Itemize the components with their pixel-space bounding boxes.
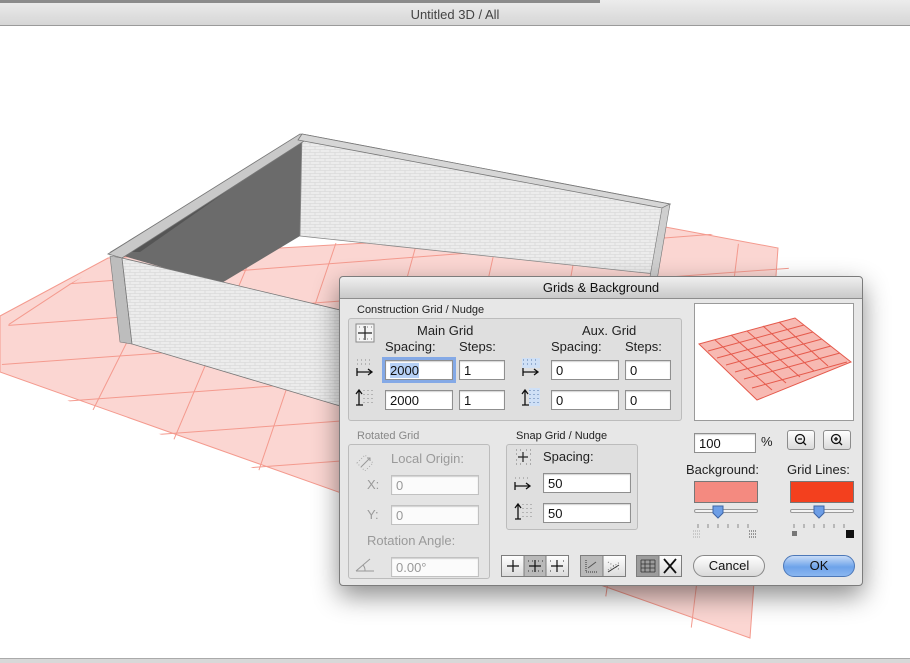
window-title: Untitled 3D / All <box>410 7 500 22</box>
main-grid-label: Main Grid <box>417 323 474 338</box>
origin-x-field[interactable]: 0 <box>391 475 479 495</box>
local-origin-label: Local Origin: <box>391 451 464 466</box>
rotation-angle-label: Rotation Angle: <box>367 533 456 548</box>
grids-background-dialog: Grids & Background Construction Grid / N… <box>339 276 863 586</box>
aux-y-spacing-field[interactable]: 0 <box>551 390 619 410</box>
top-menu-strip <box>0 0 600 3</box>
aux-y-steps-field[interactable]: 0 <box>625 390 671 410</box>
dark-pattern-icon <box>748 529 758 539</box>
aux-steps-label: Steps: <box>625 339 662 354</box>
snap-horizontal-arrow-icon <box>513 473 533 493</box>
rotated-grid-label: Rotated Grid <box>357 430 420 442</box>
grid-lines-label: Grid Lines: <box>787 462 850 477</box>
main-y-steps-field[interactable]: 1 <box>459 390 505 410</box>
grid-icon <box>355 323 375 343</box>
background-slider-ticks <box>694 517 758 528</box>
construction-grid-group: Main Grid Spacing: Steps: Aux. Grid Spac… <box>348 318 682 421</box>
dialog-title: Grids & Background <box>340 277 862 299</box>
grid-lines-color-swatch[interactable] <box>790 481 854 503</box>
grid-preview <box>694 303 854 421</box>
aux-grid-label: Aux. Grid <box>582 323 637 338</box>
snap-grid-icon <box>513 447 533 467</box>
origin-y-field[interactable]: 0 <box>391 505 479 525</box>
snap-grid-label: Snap Grid / Nudge <box>516 430 608 442</box>
background-color-swatch[interactable] <box>694 481 758 503</box>
aux-spacing-label: Spacing: <box>551 339 602 354</box>
zoom-field[interactable]: 100 <box>694 433 756 453</box>
aux-vertical-arrow-icon <box>521 387 541 407</box>
background-label: Background: <box>686 462 759 477</box>
main-spacing-label: Spacing: <box>385 339 436 354</box>
zoom-unit-label: % <box>761 434 773 449</box>
main-x-steps-field[interactable]: 1 <box>459 360 505 380</box>
horizontal-arrow-icon <box>355 357 375 377</box>
zoom-in-button[interactable] <box>823 430 851 450</box>
main-y-spacing-field[interactable]: 2000 <box>385 390 453 410</box>
construction-grid-label: Construction Grid / Nudge <box>357 304 485 316</box>
thick-line-icon <box>845 529 855 539</box>
zoom-out-icon <box>788 431 814 449</box>
rotation-angle-icon <box>355 555 375 575</box>
status-bar <box>0 658 910 663</box>
x-label: X: <box>367 477 380 492</box>
zoom-in-icon <box>824 431 850 449</box>
vertical-arrow-icon <box>355 387 375 407</box>
y-label: Y: <box>367 507 379 522</box>
grid-mode-segmented-control[interactable] <box>501 555 569 577</box>
main-steps-label: Steps: <box>459 339 496 354</box>
ok-button[interactable]: OK <box>783 555 855 577</box>
zoom-out-button[interactable] <box>787 430 815 450</box>
snap-x-spacing-field[interactable]: 50 <box>543 473 631 493</box>
window-title-bar: Untitled 3D / All <box>0 0 910 26</box>
local-origin-icon <box>355 451 375 471</box>
grid-lines-slider-ticks <box>790 517 854 528</box>
main-x-spacing-field[interactable]: 2000 <box>382 357 456 383</box>
grid-visibility-segmented-control[interactable] <box>636 555 682 577</box>
light-pattern-icon <box>692 529 702 539</box>
rotated-mode-segmented-control[interactable] <box>580 555 626 577</box>
rotation-angle-field[interactable]: 0.00° <box>391 557 479 577</box>
background-slider-track[interactable] <box>694 509 758 513</box>
rotated-grid-group: Local Origin: X: 0 Y: 0 Rotation Angle: … <box>348 444 490 579</box>
aux-x-spacing-field[interactable]: 0 <box>551 360 619 380</box>
snap-spacing-label: Spacing: <box>543 449 594 464</box>
thin-line-icon <box>790 529 800 539</box>
aux-x-steps-field[interactable]: 0 <box>625 360 671 380</box>
aux-horizontal-arrow-icon <box>521 357 541 377</box>
snap-grid-group: Spacing: 50 50 <box>506 444 638 530</box>
snap-y-spacing-field[interactable]: 50 <box>543 503 631 523</box>
cancel-button[interactable]: Cancel <box>693 555 765 577</box>
snap-vertical-arrow-icon <box>513 501 533 521</box>
